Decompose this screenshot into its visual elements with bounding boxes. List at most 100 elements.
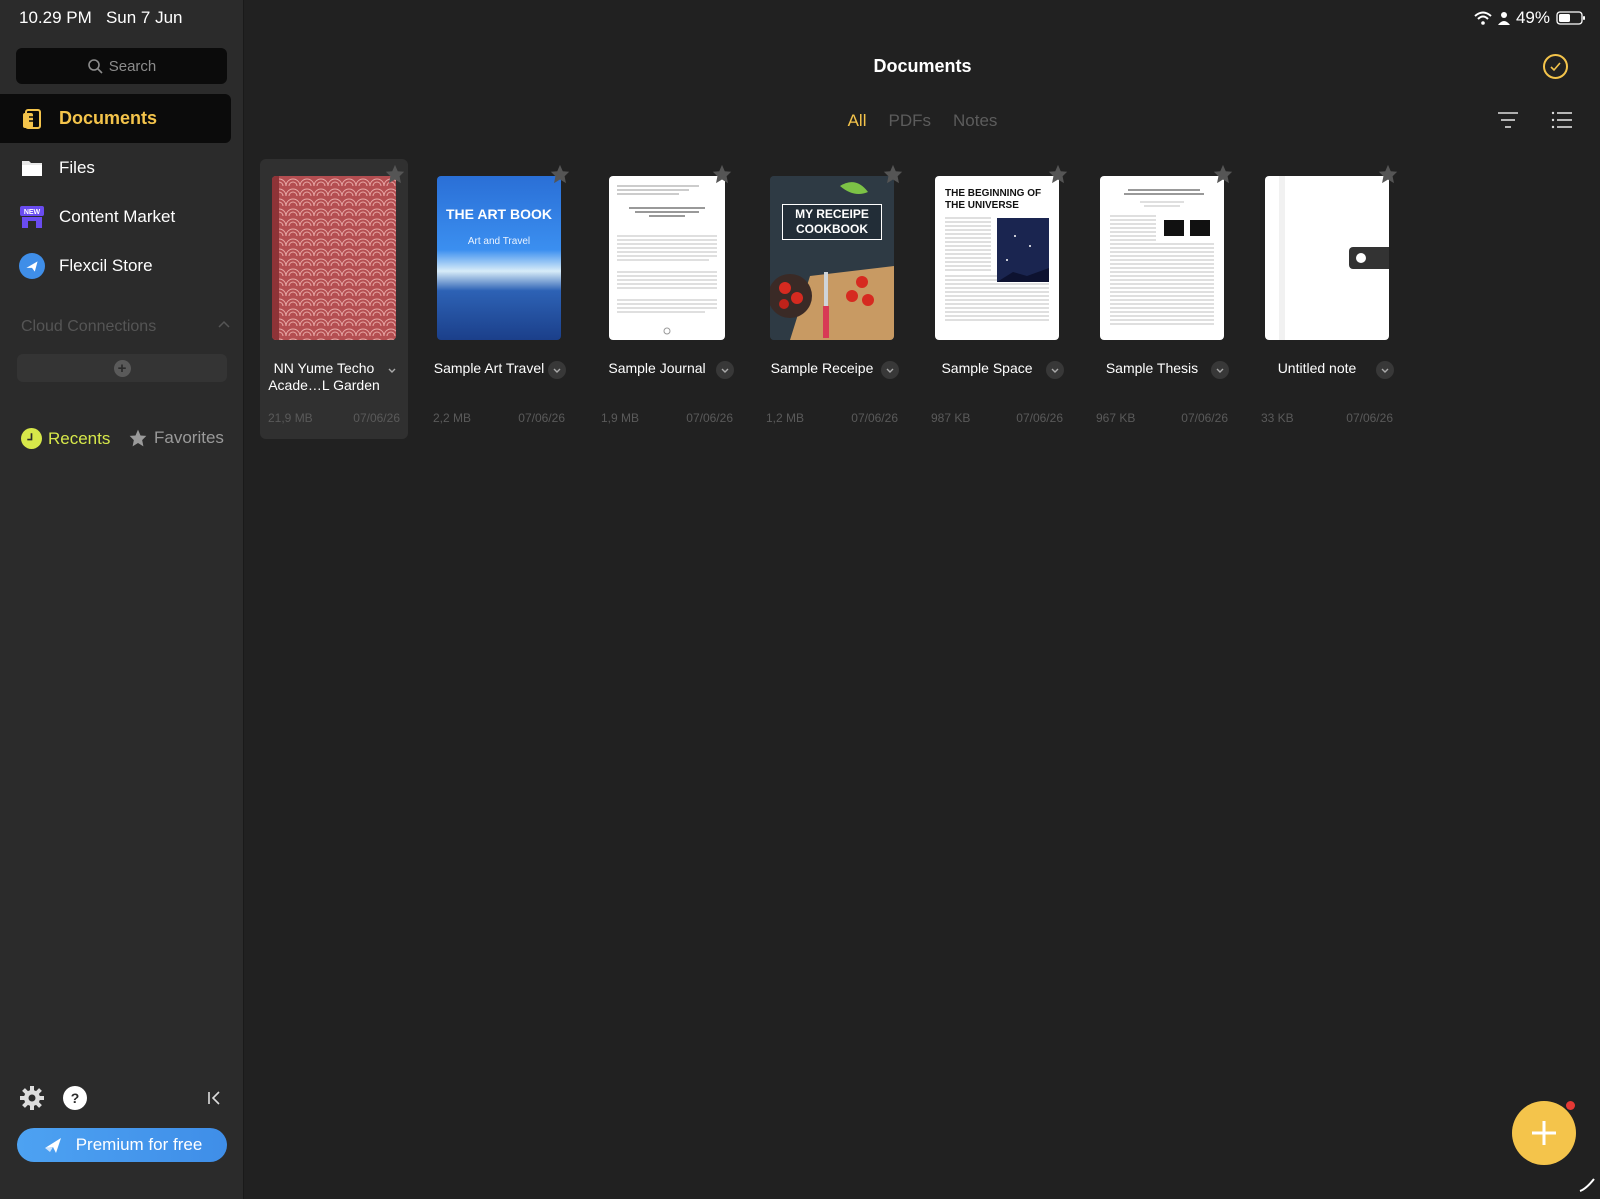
star-icon[interactable] <box>711 163 733 185</box>
chevron-down-icon <box>1381 368 1389 373</box>
document-card[interactable]: MY RECEIPE COOKBOOK Sample Receipe 1,2 M… <box>758 159 906 439</box>
market-new-icon: NEW <box>19 204 45 230</box>
cloud-connections-header[interactable]: Cloud Connections <box>21 318 231 336</box>
document-name: Sample Journal <box>608 360 706 376</box>
recents-button[interactable]: Recents <box>21 428 110 449</box>
star-icon[interactable] <box>384 163 406 185</box>
svg-text:NEW: NEW <box>24 209 41 216</box>
document-options-button[interactable] <box>548 361 566 379</box>
document-name: Sample Space <box>941 360 1033 376</box>
folder-icon <box>19 155 45 181</box>
status-time: 10.29 PM Sun 7 Jun <box>19 8 183 28</box>
chevron-down-icon <box>553 368 561 373</box>
status-clock: 10.29 PM <box>19 8 92 27</box>
tab-all[interactable]: All <box>848 111 867 131</box>
document-options-button[interactable] <box>716 361 734 379</box>
main-content: 49% Documents All PDFs Notes NN Yume Tec… <box>245 0 1600 1199</box>
star-icon[interactable] <box>1047 163 1069 185</box>
list-view-button[interactable] <box>1551 110 1573 135</box>
document-name: Sample Art Travel <box>433 360 545 376</box>
document-name: Sample Thesis <box>1105 360 1199 376</box>
sidebar-item-files[interactable]: Files <box>0 143 231 192</box>
cloud-connections-label: Cloud Connections <box>21 318 157 335</box>
svg-text:?: ? <box>71 1090 80 1106</box>
document-card[interactable]: NN Yume Techo Acade…L Garden 21,9 MB 07/… <box>260 159 408 439</box>
add-cloud-button[interactable]: + <box>17 354 227 382</box>
sidebar-item-content-market[interactable]: NEW Content Market <box>0 192 231 241</box>
chevron-down-icon <box>886 368 894 373</box>
cover-title: MY RECEIPE COOKBOOK <box>782 204 882 240</box>
sidebar-item-label: Flexcil Store <box>59 255 153 275</box>
document-options-button[interactable] <box>1376 361 1394 379</box>
document-card[interactable]: THE ART BOOK Art and Travel Sample Art T… <box>425 159 573 439</box>
help-button[interactable]: ? <box>63 1086 87 1115</box>
star-icon[interactable] <box>882 163 904 185</box>
document-size: 1,2 MB <box>766 411 805 425</box>
document-options-button[interactable] <box>383 361 401 379</box>
cover-title: THE ART BOOK <box>445 206 553 222</box>
checkmark-icon <box>1550 62 1561 72</box>
document-name: NN Yume Techo Acade…L Garden <box>268 360 380 393</box>
select-button[interactable] <box>1543 54 1568 79</box>
tab-notes[interactable]: Notes <box>953 111 997 131</box>
document-size: 1,9 MB <box>601 411 640 425</box>
status-bar-right: 49% <box>1474 8 1586 28</box>
tab-pdfs[interactable]: PDFs <box>888 111 931 131</box>
documents-icon <box>19 106 45 132</box>
document-card[interactable]: Sample Journal 1,9 MB 07/06/26 <box>593 159 741 439</box>
list-icon <box>1551 111 1572 129</box>
document-thumbnail <box>609 176 725 340</box>
battery-percent: 49% <box>1515 8 1550 27</box>
document-date: 07/06/26 <box>686 411 733 425</box>
document-size: 21,9 MB <box>268 411 313 425</box>
premium-button[interactable]: Premium for free <box>17 1128 227 1162</box>
document-size: 33 KB <box>1261 411 1294 425</box>
document-card[interactable]: Sample Thesis 967 KB 07/06/26 <box>1088 159 1236 439</box>
rocket-icon <box>44 1138 61 1153</box>
chevron-down-icon <box>1216 368 1224 373</box>
document-date: 07/06/26 <box>518 411 565 425</box>
sidebar-item-flexcil-store[interactable]: Flexcil Store <box>0 241 231 290</box>
document-options-button[interactable] <box>1046 361 1064 379</box>
document-card[interactable]: THE BEGINNING OF THE UNIVERSE Sample Spa… <box>923 159 1071 439</box>
notification-dot <box>1566 1101 1575 1110</box>
sidebar-item-label: Content Market <box>59 206 176 226</box>
document-card[interactable]: Untitled note 33 KB 07/06/26 <box>1253 159 1401 439</box>
help-icon: ? <box>63 1086 87 1110</box>
page-title: Documents <box>873 56 972 76</box>
document-date: 07/06/26 <box>851 411 898 425</box>
store-icon <box>19 252 45 279</box>
sort-button[interactable] <box>1497 110 1519 135</box>
star-icon <box>129 429 147 447</box>
chevron-down-icon <box>1051 368 1059 373</box>
search-input[interactable]: Search <box>16 48 227 84</box>
filter-tabs: All PDFs Notes <box>245 111 1600 131</box>
battery-icon <box>1556 11 1585 25</box>
star-icon[interactable] <box>549 163 571 185</box>
collapse-sidebar-button[interactable] <box>206 1089 224 1112</box>
sort-icon <box>1498 112 1518 128</box>
plus-icon: + <box>113 359 131 377</box>
chevron-down-icon <box>721 368 729 373</box>
document-options-button[interactable] <box>1211 361 1229 379</box>
document-thumbnail <box>1100 176 1224 340</box>
document-options-button[interactable] <box>881 361 899 379</box>
star-icon[interactable] <box>1212 163 1234 185</box>
star-icon[interactable] <box>1377 163 1399 185</box>
gear-icon <box>20 1086 44 1110</box>
document-thumbnail: THE BEGINNING OF THE UNIVERSE <box>935 176 1059 340</box>
sidebar-item-label: Documents <box>59 108 158 128</box>
status-date: Sun 7 Jun <box>105 8 183 27</box>
favorites-button[interactable]: Favorites <box>128 428 224 448</box>
wifi-icon <box>1474 11 1492 25</box>
person-icon <box>1497 12 1510 25</box>
document-date: 07/06/26 <box>1016 411 1063 425</box>
settings-button[interactable] <box>20 1086 44 1115</box>
document-size: 987 KB <box>931 411 971 425</box>
sidebar-item-label: Files <box>59 157 95 177</box>
recents-label: Recents <box>48 428 111 448</box>
document-thumbnail: THE ART BOOK Art and Travel <box>437 176 561 340</box>
sidebar-item-documents[interactable]: Documents <box>0 94 231 143</box>
document-date: 07/06/26 <box>1346 411 1393 425</box>
add-document-button[interactable] <box>1512 1101 1576 1165</box>
